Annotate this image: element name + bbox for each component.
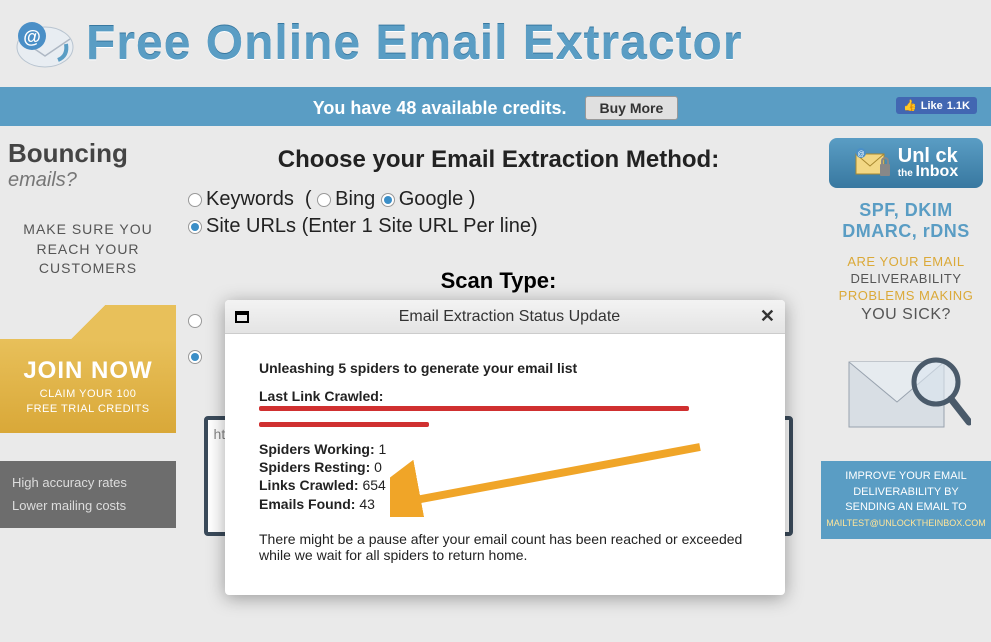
buy-more-button[interactable]: Buy More (585, 96, 679, 120)
bing-radio[interactable] (317, 193, 331, 207)
window-icon[interactable] (235, 311, 249, 323)
scan-option-2-radio[interactable] (188, 350, 202, 364)
close-icon[interactable]: ✕ (760, 306, 775, 327)
bouncing-heading: Bouncing (8, 138, 168, 169)
envelope-at-icon: @ (10, 14, 80, 74)
list-item: Lower mailing costs (12, 494, 164, 517)
keywords-label: Keywords (206, 188, 294, 211)
modal-title: Email Extraction Status Update (259, 308, 760, 326)
envelope-lock-icon: @ (854, 146, 892, 180)
svg-text:@: @ (23, 27, 41, 47)
last-link-label: Last Link Crawled: (259, 388, 751, 404)
join-sub1: CLAIM YOUR 100 (8, 388, 168, 400)
like-count: 1.1K (947, 100, 970, 112)
thumbs-up-icon: 👍 (903, 99, 917, 112)
scan-type-heading: Scan Type: (188, 268, 809, 294)
list-item: High accuracy rates (12, 471, 164, 494)
bouncing-sub: emails? (8, 169, 168, 192)
svg-text:@: @ (857, 151, 864, 158)
status-modal: Email Extraction Status Update ✕ Unleash… (225, 300, 785, 595)
like-label: Like (921, 100, 943, 112)
redacted-link (259, 404, 751, 434)
improve-cta: IMPROVE YOUR EMAIL DELIVERABILITY BY SEN… (821, 461, 991, 539)
makesure-text: MAKE SURE YOU REACH YOUR CUSTOMERS (8, 220, 168, 279)
page-title: Free Online Email Extractor (86, 16, 743, 71)
credits-text: You have 48 available credits. (313, 98, 567, 119)
modal-unleashing: Unleashing 5 spiders to generate your em… (259, 360, 751, 376)
spiders-resting: Spiders Resting: 0 (259, 458, 751, 476)
siteurls-label: Site URLs (Enter 1 Site URL Per line) (206, 215, 538, 238)
logo-area: @ Free Online Email Extractor (10, 14, 743, 74)
pause-note: There might be a pause after your email … (259, 531, 751, 563)
credits-bar: You have 48 available credits. Buy More … (0, 90, 991, 126)
envelope-magnify-icon (841, 337, 971, 447)
bing-label: Bing (335, 188, 375, 211)
siteurls-radio[interactable] (188, 220, 202, 234)
scan-option-1-radio[interactable] (188, 314, 202, 328)
keywords-radio[interactable] (188, 193, 202, 207)
sidebar-right: @ Unl ck the Inbox SPF, DKIM DMARC, rDNS… (821, 126, 991, 642)
emails-found: Emails Found: 43 (259, 495, 751, 513)
spiders-working: Spiders Working: 1 (259, 440, 751, 458)
modal-title-bar: Email Extraction Status Update ✕ (225, 300, 785, 334)
join-sub2: FREE TRIAL CREDITS (8, 403, 168, 415)
dkim-heading: SPF, DKIM DMARC, rDNS (829, 200, 983, 242)
facebook-like-button[interactable]: 👍 Like 1.1K (896, 97, 977, 114)
unlock-inbox-banner[interactable]: @ Unl ck the Inbox (829, 138, 983, 188)
google-radio[interactable] (381, 193, 395, 207)
join-title: JOIN NOW (8, 357, 168, 385)
benefits-list: High accuracy rates Lower mailing costs (0, 461, 176, 528)
join-now-banner[interactable]: JOIN NOW CLAIM YOUR 100 FREE TRIAL CREDI… (0, 339, 176, 433)
sick-text: ARE YOUR EMAIL DELIVERABILITY PROBLEMS M… (829, 254, 983, 325)
google-label: Google (399, 188, 464, 211)
links-crawled: Links Crawled: 654 (259, 476, 751, 494)
extraction-method-heading: Choose your Email Extraction Method: (188, 146, 809, 174)
sidebar-left: Bouncing emails? MAKE SURE YOU REACH YOU… (0, 126, 176, 642)
header: @ Free Online Email Extractor (0, 0, 991, 90)
